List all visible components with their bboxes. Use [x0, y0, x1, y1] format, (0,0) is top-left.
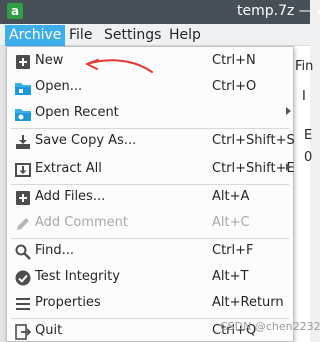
menu-item-add-comment: Add Comment Alt+C	[8, 211, 294, 237]
annotation-arrow	[86, 59, 153, 73]
menu-item-label: Save Copy As...	[35, 133, 137, 148]
folder-recent-icon	[14, 105, 32, 123]
menu-item-label: Add Files...	[35, 189, 106, 204]
menu-item-label: Open Recent	[35, 105, 119, 120]
watermark: CSDN @chen2232	[220, 320, 320, 333]
folder-open-icon	[14, 79, 32, 97]
title-bar: a temp.7z — A	[0, 0, 320, 24]
pencil-icon	[14, 215, 32, 233]
row-fragment-1: E	[304, 128, 313, 143]
menu-item-shortcut: Ctrl+Shift+S	[212, 133, 295, 148]
menu-item-shortcut: Ctrl+Shift+E	[212, 161, 295, 176]
menu-item-shortcut: Ctrl+F	[212, 243, 254, 258]
menu-item-shortcut: Ctrl+N	[212, 53, 256, 68]
menu-help[interactable]: Help	[165, 25, 205, 46]
menu-archive[interactable]: Archive	[5, 25, 66, 46]
menu-item-label: Properties	[35, 295, 101, 310]
menu-item-find[interactable]: Find... Ctrl+F	[8, 239, 294, 265]
menu-item-label: Quit	[35, 323, 63, 338]
search-icon	[14, 243, 32, 261]
check-circle-icon	[14, 269, 32, 287]
menu-item-shortcut: Alt+T	[212, 269, 249, 284]
column-header-fragment: I	[302, 89, 306, 104]
menu-item-label: New	[35, 53, 64, 68]
toolbar-find-label: Fin	[295, 59, 314, 74]
menu-item-label: Test Integrity	[35, 269, 120, 284]
archive-menu: New Ctrl+N Open... Ctrl+O Open Recent Sa…	[6, 46, 295, 342]
row-fragment-2: 0	[304, 150, 313, 165]
menu-item-save-copy-as[interactable]: Save Copy As... Ctrl+Shift+S	[8, 129, 295, 155]
menu-settings[interactable]: Settings	[100, 25, 165, 46]
extract-icon	[14, 161, 32, 179]
menu-item-shortcut: Alt+A	[212, 189, 250, 204]
menu-item-shortcut: Alt+Return	[212, 295, 284, 310]
menu-bar: Archive File Settings Help	[0, 24, 310, 46]
menu-item-label: Open...	[35, 79, 83, 94]
menu-item-test-integrity[interactable]: Test Integrity Alt+T	[8, 265, 294, 291]
menu-item-open-recent[interactable]: Open Recent	[8, 101, 294, 127]
menu-item-extract-all[interactable]: Extract All Ctrl+Shift+E	[8, 157, 295, 183]
menu-item-properties[interactable]: Properties Alt+Return	[8, 291, 294, 317]
plus-box-icon	[14, 53, 32, 71]
properties-icon	[14, 295, 32, 313]
quit-icon	[14, 323, 32, 341]
menu-item-label: Add Comment	[35, 215, 128, 230]
menu-item-shortcut: Ctrl+O	[212, 79, 257, 94]
menu-item-label: Find...	[35, 243, 75, 258]
menu-file[interactable]: File	[65, 25, 96, 46]
menu-item-label: Extract All	[35, 161, 102, 176]
submenu-arrow-icon	[286, 107, 291, 115]
file-list-area: Fin I E 0	[294, 46, 314, 342]
menu-item-shortcut: Alt+C	[212, 215, 250, 230]
menu-item-open[interactable]: Open... Ctrl+O	[8, 75, 294, 101]
menu-item-add-files[interactable]: Add Files... Alt+A	[8, 185, 294, 211]
submenu-arrow-icon	[286, 163, 291, 171]
window-title: temp.7z — A	[237, 3, 320, 19]
app-icon: a	[7, 3, 23, 19]
add-files-icon	[14, 189, 32, 207]
save-copy-icon	[14, 133, 32, 151]
